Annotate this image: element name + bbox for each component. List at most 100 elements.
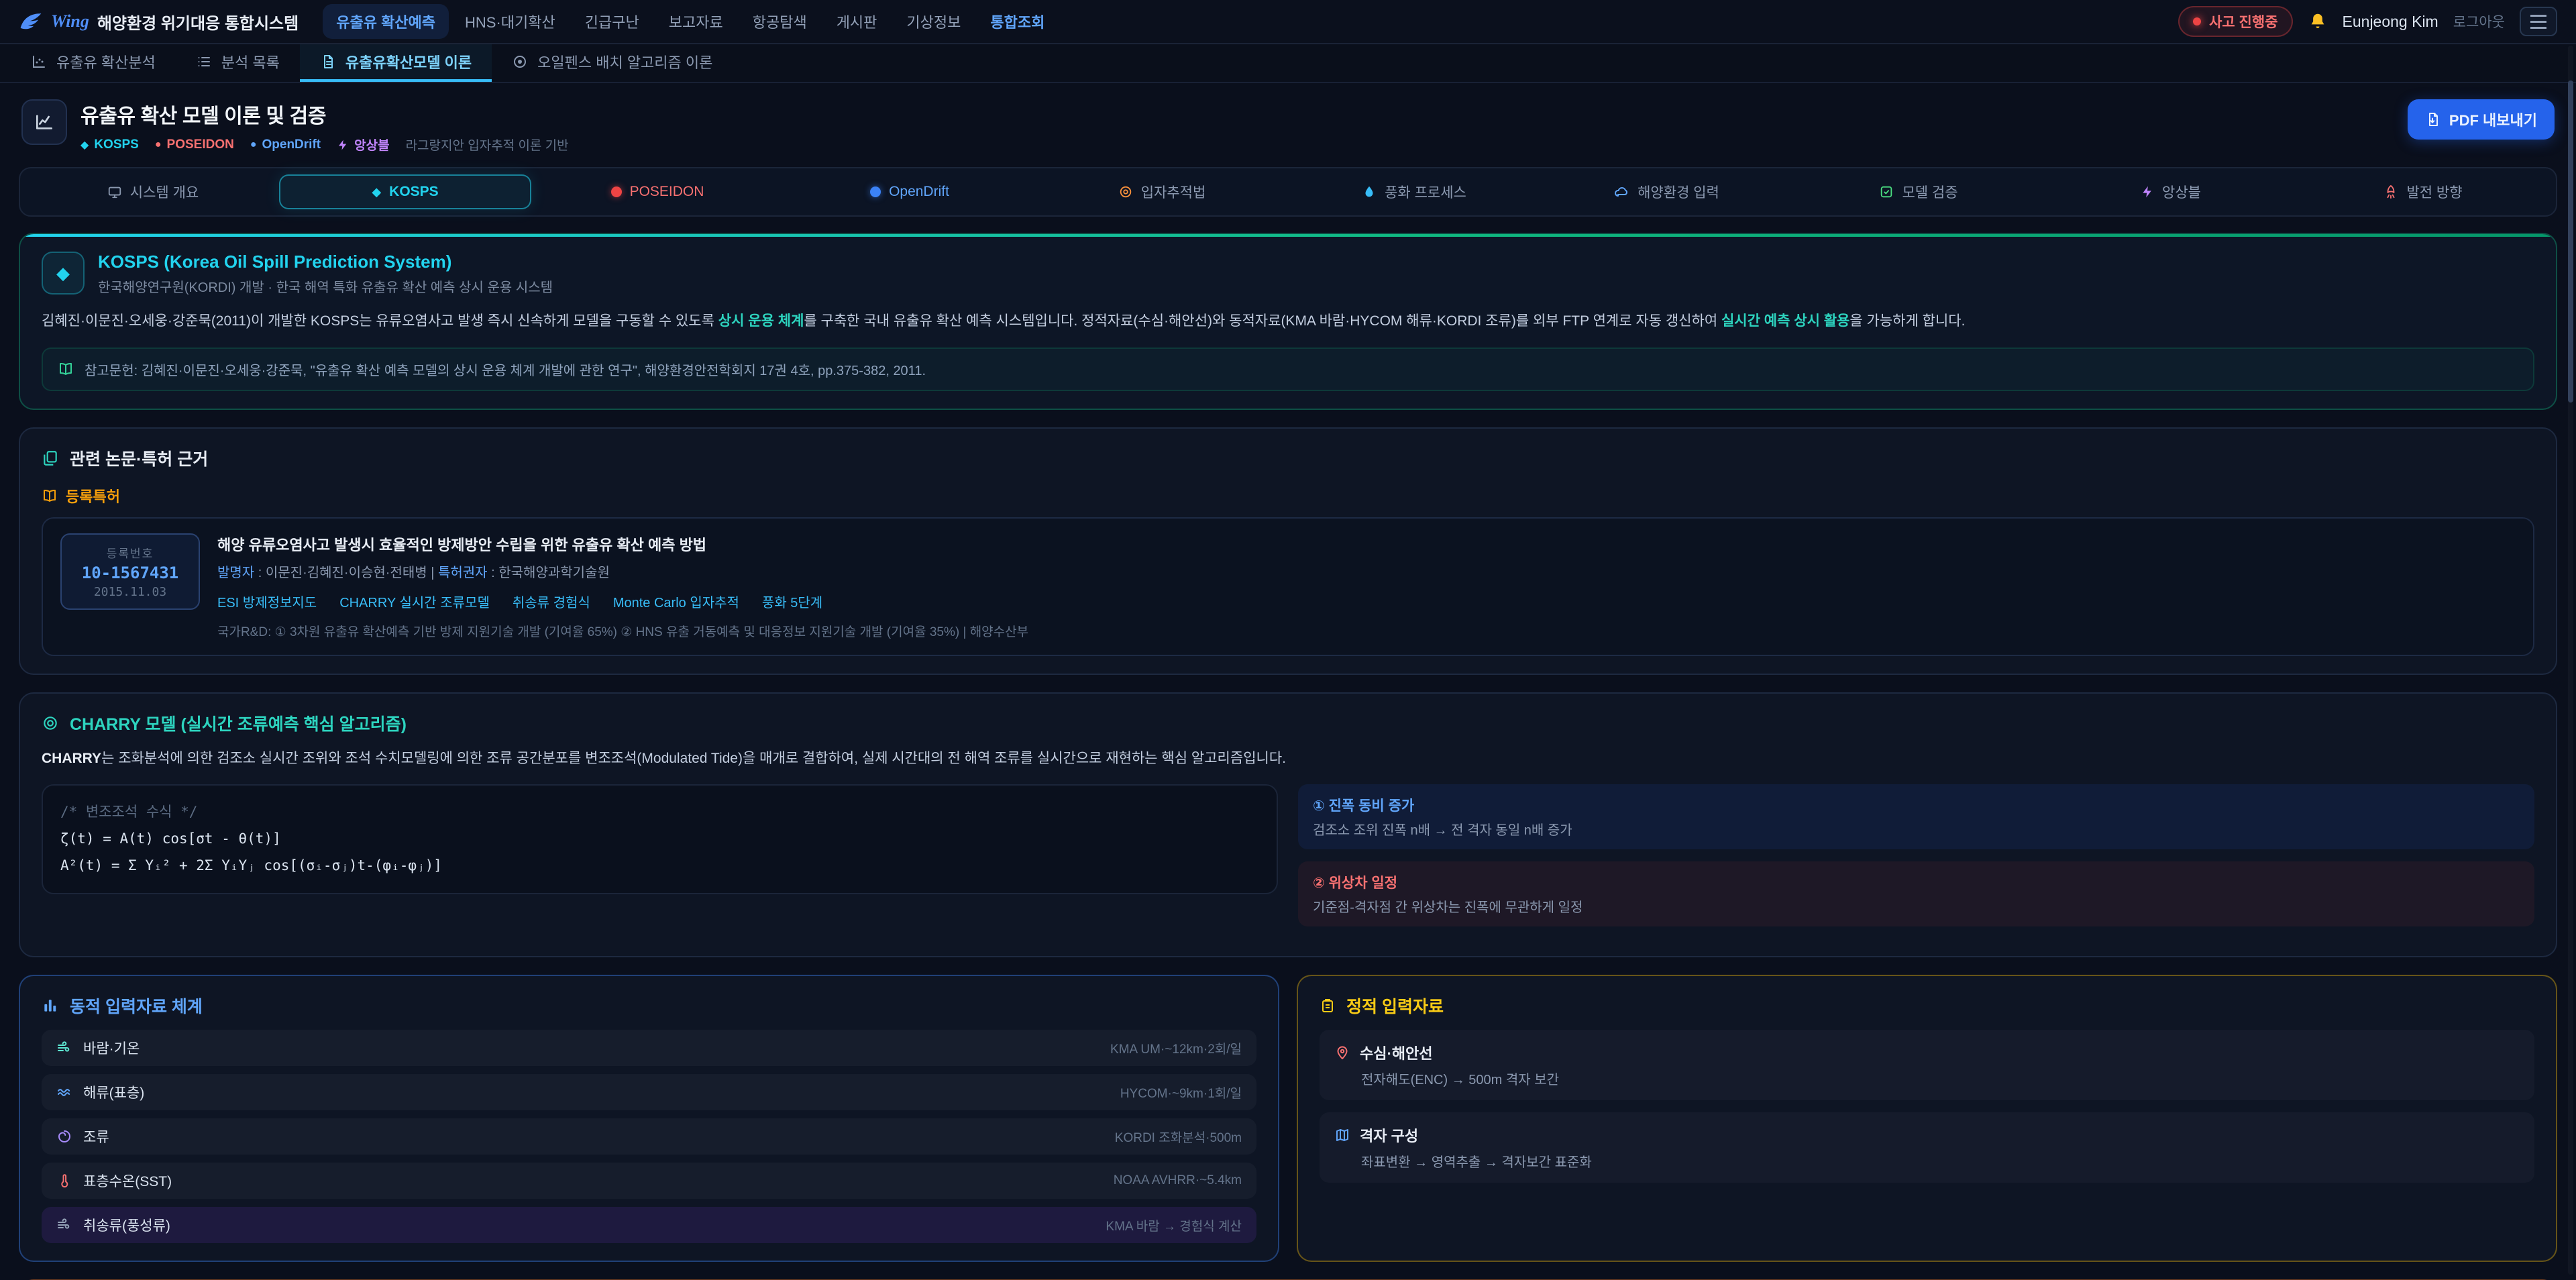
papers-icon xyxy=(42,449,59,467)
dynamic-input-rows: 바람·기온 KMA UM·~12km·2회/일 해류(표층) HYCOM·~9k… xyxy=(42,1030,1256,1243)
section-item-future-direction[interactable]: 발전 방향 xyxy=(2297,172,2549,211)
thermometer-icon xyxy=(56,1173,72,1189)
tab-spill-analysis[interactable]: 유출유 확산분석 xyxy=(11,44,176,82)
user-name[interactable]: Eunjeong Kim xyxy=(2343,13,2438,31)
nav-item-air-search[interactable]: 항공탐색 xyxy=(739,4,820,39)
patent-meta: 발명자 : 이문진·김혜진·이승현·전태병 | 특허권자 : 한국해양과학기술원 xyxy=(217,562,1028,581)
nav-item-hns-air-diffusion[interactable]: HNS·대기확산 xyxy=(451,4,569,39)
nav-item-reports[interactable]: 보고자료 xyxy=(655,4,737,39)
kosps-description: 김혜진·이문진·오세웅·강준묵(2011)이 개발한 KOSPS는 유류오염사고… xyxy=(42,309,2534,333)
rocket-icon xyxy=(2383,184,2398,199)
main-navigation: 유출유 확산예측 HNS·대기확산 긴급구난 보고자료 항공탐색 게시판 기상정… xyxy=(323,4,1058,39)
patent-tag-charry-model[interactable]: CHARRY 실시간 조류모델 xyxy=(339,592,490,611)
tab-oil-fence-algorithm-theory[interactable]: 오일펜스 배치 알고리즘 이론 xyxy=(492,44,733,82)
kosps-overview-card: ◆ KOSPS (Korea Oil Spill Prediction Syst… xyxy=(19,233,2557,410)
target-icon xyxy=(512,54,528,70)
target-icon xyxy=(1118,184,1133,199)
blue-dot-icon: ● xyxy=(250,139,257,151)
dynamic-row-wind-driven-current: 취송류(풍성류) KMA 바람 → 경험식 계산 xyxy=(42,1207,1256,1243)
wave-icon xyxy=(56,1084,72,1100)
section-item-kosps[interactable]: ◆ KOSPS xyxy=(279,174,531,209)
code-formula-amplitude: A²(t) = Σ Yᵢ² + 2Σ YᵢYⱼ cos[(σᵢ-σⱼ)t-(φᵢ… xyxy=(60,853,1259,879)
hamburger-menu-icon[interactable] xyxy=(2520,7,2557,36)
nav-item-integrated-search[interactable]: 통합조회 xyxy=(977,4,1058,39)
charry-description: CHARRY는 조화분석에 의한 검조소 실시간 조위와 조석 수치모델링에 의… xyxy=(42,747,2534,770)
nav-item-oil-spill-prediction[interactable]: 유출유 확산예측 xyxy=(323,4,449,39)
scatter-chart-icon xyxy=(31,54,47,70)
nav-item-weather[interactable]: 기상정보 xyxy=(893,4,974,39)
badge-opendrift: ●OpenDrift xyxy=(250,138,321,152)
header-subtitle: 라그랑지안 입자추적 이론 기반 xyxy=(406,136,569,154)
check-square-icon xyxy=(1879,184,1894,199)
kosps-title: KOSPS (Korea Oil Spill Prediction System… xyxy=(98,252,553,272)
top-navbar: Wing 해양환경 위기대응 통합시스템 유출유 확산예측 HNS·대기확산 긴… xyxy=(0,0,2576,44)
reference-text: 참고문헌: 김혜진·이문진·오세웅·강준묵, "유출유 확산 예측 모델의 상시… xyxy=(85,360,926,379)
static-inputs-card: 정적 입력자료 수심·해안선 전자해도(ENC) → 500m 격자 보간 격자… xyxy=(1297,975,2557,1262)
topnav-right: 사고 진행중 Eunjeong Kim 로그아웃 xyxy=(2178,6,2557,37)
opendrift-dot-icon xyxy=(870,186,881,197)
notification-bell-icon[interactable] xyxy=(2308,11,2328,32)
model-badges: ◆KOSPS ●POSEIDON ●OpenDrift 앙상블 라그랑지안 입자… xyxy=(80,136,569,154)
tab-label: 오일펜스 배치 알고리즘 이론 xyxy=(537,51,712,72)
patent-date: 2015.11.03 xyxy=(74,585,186,599)
callout-phase-constant: ② 위상차 일정 기준점-격자점 간 위상차는 진폭에 무관하게 일정 xyxy=(1298,861,2534,926)
poseidon-dot-icon xyxy=(611,186,622,197)
page-title: 유출유 확산 모델 이론 및 검증 xyxy=(80,99,569,129)
gust-icon xyxy=(56,1217,72,1233)
section-item-system-overview[interactable]: 시스템 개요 xyxy=(27,172,279,211)
logout-button[interactable]: 로그아웃 xyxy=(2453,11,2505,32)
pdf-export-button[interactable]: PDF 내보내기 xyxy=(2408,99,2555,140)
patent-tag-weathering-stages[interactable]: 풍화 5단계 xyxy=(762,592,822,611)
callout-title: ② 위상차 일정 xyxy=(1313,872,2520,892)
dynamic-row-wind-temp: 바람·기온 KMA UM·~12km·2회/일 xyxy=(42,1030,1256,1066)
app-root: Wing 해양환경 위기대응 통합시스템 유출유 확산예측 HNS·대기확산 긴… xyxy=(0,0,2576,1280)
concentric-circles-icon xyxy=(42,714,59,732)
code-formula-zeta: ζ(t) = A(t) cos[σt - θ(t)] xyxy=(60,826,1259,853)
callout-body: 기준점-격자점 간 위상차는 진폭에 무관하게 일정 xyxy=(1313,896,2520,916)
charry-title: CHARRY 모델 (실시간 조류예측 핵심 알고리즘) xyxy=(42,711,2534,735)
book-icon xyxy=(58,361,74,377)
swirl-icon xyxy=(56,1128,72,1144)
callout-amplitude-ratio: ① 진폭 동비 증가 검조소 조위 진폭 n배 → 전 격자 동일 n배 증가 xyxy=(1298,784,2534,849)
nav-item-emergency-rescue[interactable]: 긴급구난 xyxy=(572,4,653,39)
patent-item: 등록번호 10-1567431 2015.11.03 해양 유류오염사고 발생시… xyxy=(42,517,2534,656)
patent-rnd-note: 국가R&D: ① 3차원 유출유 확산예측 기반 방제 지원기술 개발 (기여율… xyxy=(217,622,1028,640)
patent-tag-wdc-formula[interactable]: 취송류 경험식 xyxy=(513,592,590,611)
bar-chart-icon xyxy=(42,997,59,1014)
app-title: 해양환경 위기대응 통합시스템 xyxy=(97,10,299,34)
section-item-poseidon[interactable]: POSEIDON xyxy=(531,174,784,209)
bolt-icon xyxy=(337,139,349,151)
section-item-weathering-process[interactable]: 풍화 프로세스 xyxy=(1288,172,1540,211)
orange-book-icon xyxy=(42,488,58,504)
tab-analysis-list[interactable]: 분석 목록 xyxy=(176,44,300,82)
tab-diffusion-model-theory[interactable]: 유출유확산모델 이론 xyxy=(300,44,492,82)
section-item-model-validation[interactable]: 모델 검증 xyxy=(1792,172,2045,211)
cloud-icon xyxy=(1613,184,1629,200)
nav-item-board[interactable]: 게시판 xyxy=(823,4,891,39)
line-chart-icon xyxy=(21,99,67,145)
dynamic-row-sst: 표층수온(SST) NOAA AVHRR·~5.4km xyxy=(42,1163,1256,1199)
section-item-particle-tracking[interactable]: 입자추적법 xyxy=(1036,172,1288,211)
clipboard-icon xyxy=(1320,998,1336,1014)
section-navigation: 시스템 개요 ◆ KOSPS POSEIDON OpenDrift 입자추적법 … xyxy=(19,167,2557,217)
kosps-subtitle: 한국해양연구원(KORDI) 개발 · 한국 해역 특화 유출유 확산 예측 상… xyxy=(98,276,553,296)
patent-section-title: 관련 논문·특허 근거 xyxy=(42,446,2534,470)
document-icon xyxy=(320,54,336,70)
scrollbar-thumb[interactable] xyxy=(2568,81,2573,403)
section-item-opendrift[interactable]: OpenDrift xyxy=(784,174,1036,209)
page-header: 유출유 확산 모델 이론 및 검증 ◆KOSPS ●POSEIDON ●Open… xyxy=(21,99,2555,154)
page-scrollbar[interactable] xyxy=(2568,46,2573,1275)
section-item-ensemble[interactable]: 앙상블 xyxy=(2045,172,2297,211)
wind-icon xyxy=(56,1040,72,1056)
bolt-icon xyxy=(2141,185,2154,199)
tab-label: 분석 목록 xyxy=(221,51,280,72)
patent-name: 해양 유류오염사고 발생시 효율적인 방제방안 수립을 위한 유출유 확산 예측… xyxy=(217,533,1028,555)
patent-tags: ESI 방제정보지도 CHARRY 실시간 조류모델 취송류 경험식 Monte… xyxy=(217,592,1028,611)
static-item-grid-config: 격자 구성 좌표변환 → 영역추출 → 격자보간 표준화 xyxy=(1320,1112,2534,1183)
patent-number: 10-1567431 xyxy=(74,564,186,582)
brand[interactable]: Wing 해양환경 위기대응 통합시스템 xyxy=(19,10,299,34)
patent-tag-esi-map[interactable]: ESI 방제정보지도 xyxy=(217,592,317,611)
patent-tag-monte-carlo[interactable]: Monte Carlo 입자추적 xyxy=(613,592,739,611)
section-item-ocean-env-input[interactable]: 해양환경 입력 xyxy=(1540,172,1792,211)
charry-model-card: CHARRY 모델 (실시간 조류예측 핵심 알고리즘) CHARRY는 조화분… xyxy=(19,692,2557,958)
